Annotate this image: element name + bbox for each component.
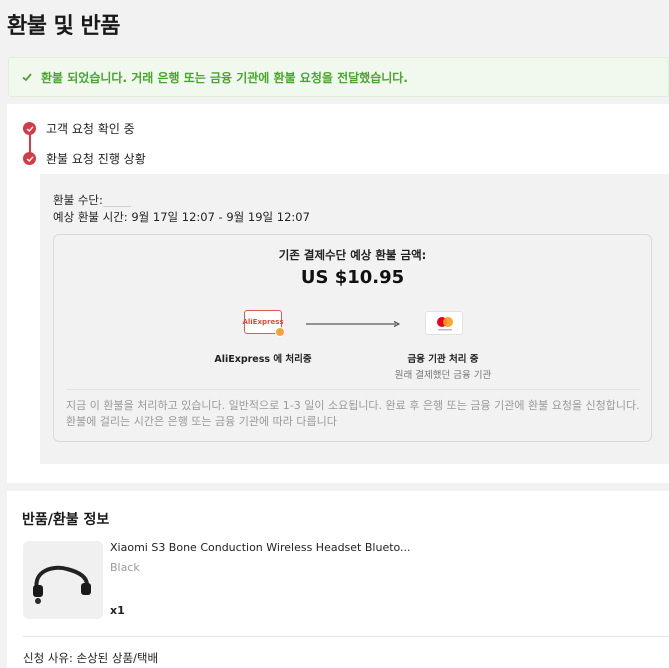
refund-eta-row: 예상 환불 시간: 9월 17일 12:07 - 9월 19일 12:07 — [53, 209, 310, 225]
section-title: 반품/환불 정보 — [22, 512, 110, 528]
headset-image — [33, 565, 91, 604]
product-quantity: x1 — [110, 604, 125, 617]
success-alert: 환불 되었습니다. 거래 은행 또는 금융 기관에 환불 요청을 전달했습니다. — [8, 57, 669, 97]
timeline-step-label: 환불 요청 진행 상황 — [46, 152, 146, 166]
mastercard-icon — [425, 311, 463, 335]
divider — [67, 389, 640, 390]
processing-badge-icon — [275, 327, 285, 337]
refund-amount-label: 기존 결제수단 예상 환불 금액: — [278, 248, 427, 262]
refund-progress-panel: 고객 요청 확인 중 환불 요청 진행 상황 환불 수단: 예상 환불 시간: … — [7, 104, 669, 483]
product-thumbnail[interactable] — [23, 541, 103, 619]
refund-amount: US $10.95 — [300, 267, 405, 288]
refund-detail-box: 환불 수단: 예상 환불 시간: 9월 17일 12:07 - 9월 19일 1… — [40, 174, 669, 464]
timeline-step-label: 고객 요청 확인 중 — [46, 122, 135, 136]
return-reason: 신청 사유: 손상된 상품/택배 — [23, 651, 159, 665]
alert-message: 환불 되었습니다. 거래 은행 또는 금융 기관에 환불 요청을 전달했습니다. — [41, 70, 408, 85]
refund-eta-value: 9월 17일 12:07 - 9월 19일 12:07 — [131, 210, 310, 224]
divider — [23, 636, 669, 637]
aliexpress-processing-label: AliExpress 에 처리중 — [214, 354, 312, 365]
refund-note: 지금 이 환불을 처리하고 있습니다. 일반적으로 1-3 일이 소요됩니다. … — [66, 399, 640, 428]
timeline-step-1: 고객 요청 확인 중 — [23, 120, 135, 137]
refund-method-label: 환불 수단: — [53, 193, 103, 207]
arrow-right-icon — [306, 321, 400, 327]
return-info-panel: 반품/환불 정보 Xiaomi S3 Bone Conduction Wirel… — [7, 491, 669, 668]
timeline-step-2: 환불 요청 진행 상황 — [23, 150, 146, 167]
bank-processing-sub: 원래 결제했던 금융 기관 — [394, 370, 492, 381]
product-variant: Black — [110, 561, 140, 574]
product-title[interactable]: Xiaomi S3 Bone Conduction Wireless Heads… — [110, 541, 411, 554]
check-icon — [23, 122, 36, 135]
check-icon — [23, 152, 36, 165]
bank-processing-label: 금융 기관 처리 중 — [407, 354, 479, 365]
page-title: 환불 및 반품 — [7, 14, 121, 39]
aliexpress-logo-text: AliExpress — [242, 318, 284, 326]
refund-method-value — [102, 195, 131, 207]
aliexpress-logo: AliExpress — [242, 310, 285, 337]
refund-method-row: 환불 수단: — [53, 192, 131, 208]
refund-eta-label: 예상 환불 시간: — [53, 210, 128, 224]
check-icon — [22, 73, 32, 82]
refund-amount-card: 기존 결제수단 예상 환불 금액: US $10.95 AliExpress A… — [53, 234, 652, 442]
